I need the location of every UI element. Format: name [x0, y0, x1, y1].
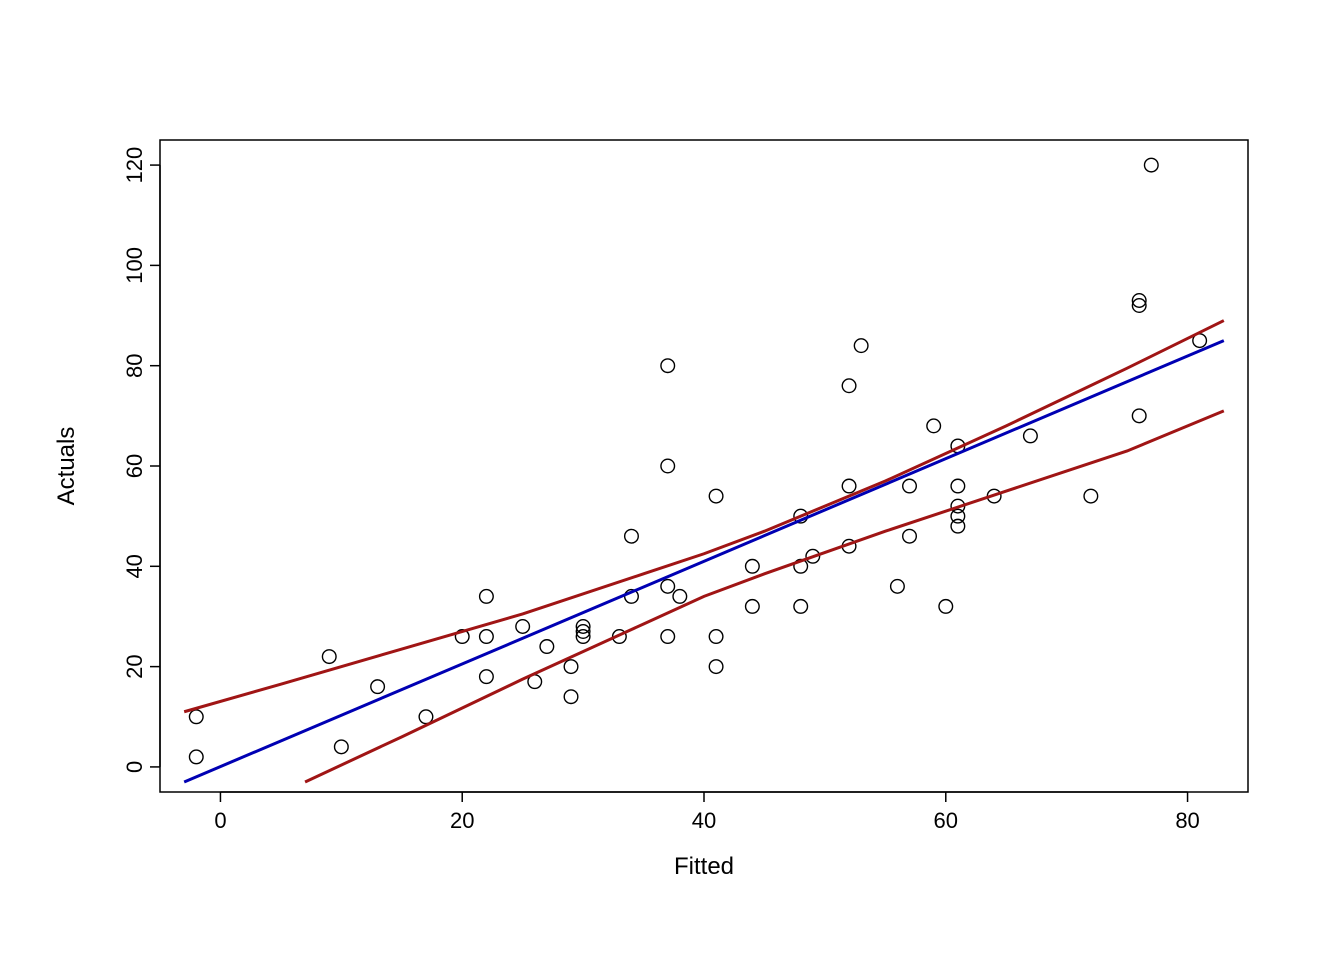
x-axis-label: Fitted: [674, 853, 734, 880]
data-point: [625, 529, 639, 543]
data-point: [709, 660, 723, 674]
data-point: [335, 740, 349, 754]
x-tick-label: 20: [450, 808, 474, 833]
data-point: [709, 489, 723, 503]
data-point: [480, 670, 494, 684]
x-tick-label: 60: [934, 808, 958, 833]
data-point: [371, 680, 385, 694]
y-axis-label: Actuals: [53, 427, 80, 506]
upper-ci-line: [184, 321, 1224, 712]
x-tick-label: 40: [692, 808, 716, 833]
data-point: [709, 630, 723, 644]
data-point: [189, 750, 203, 764]
data-point: [1132, 409, 1146, 423]
data-point: [540, 640, 554, 654]
y-tick-label: 0: [122, 761, 147, 773]
data-point: [673, 590, 687, 604]
data-point: [891, 580, 905, 594]
data-point: [480, 630, 494, 644]
y-tick-label: 100: [122, 247, 147, 284]
data-point: [661, 630, 675, 644]
data-point: [1144, 158, 1158, 172]
y-tick-label: 40: [122, 554, 147, 578]
data-point: [951, 479, 965, 493]
data-point: [903, 479, 917, 493]
data-point: [564, 690, 578, 704]
data-point: [842, 479, 856, 493]
y-tick-label: 20: [122, 654, 147, 678]
data-point: [661, 459, 675, 473]
data-point: [927, 419, 941, 433]
fit-line: [184, 341, 1224, 782]
data-point: [189, 710, 203, 724]
data-point: [854, 339, 868, 353]
y-axis: 0 20 40 60 80 100 120: [122, 147, 160, 773]
x-tick-label: 80: [1175, 808, 1199, 833]
data-point: [661, 359, 675, 373]
data-point: [661, 580, 675, 594]
data-point: [939, 600, 953, 614]
data-point: [480, 590, 494, 604]
y-tick-label: 60: [122, 454, 147, 478]
plot-area: [184, 158, 1224, 782]
data-point: [746, 560, 760, 574]
data-point: [746, 600, 760, 614]
y-tick-label: 80: [122, 353, 147, 377]
data-point: [903, 529, 917, 543]
data-point: [794, 600, 808, 614]
x-axis: 0 20 40 60 80: [214, 792, 1199, 833]
data-point: [564, 660, 578, 674]
y-tick-label: 120: [122, 147, 147, 184]
x-tick-label: 0: [214, 808, 226, 833]
data-point: [322, 650, 336, 664]
lower-ci-line: [305, 411, 1224, 782]
data-point: [1084, 489, 1098, 503]
data-point: [516, 620, 530, 634]
data-point: [842, 379, 856, 393]
data-point: [1024, 429, 1038, 443]
